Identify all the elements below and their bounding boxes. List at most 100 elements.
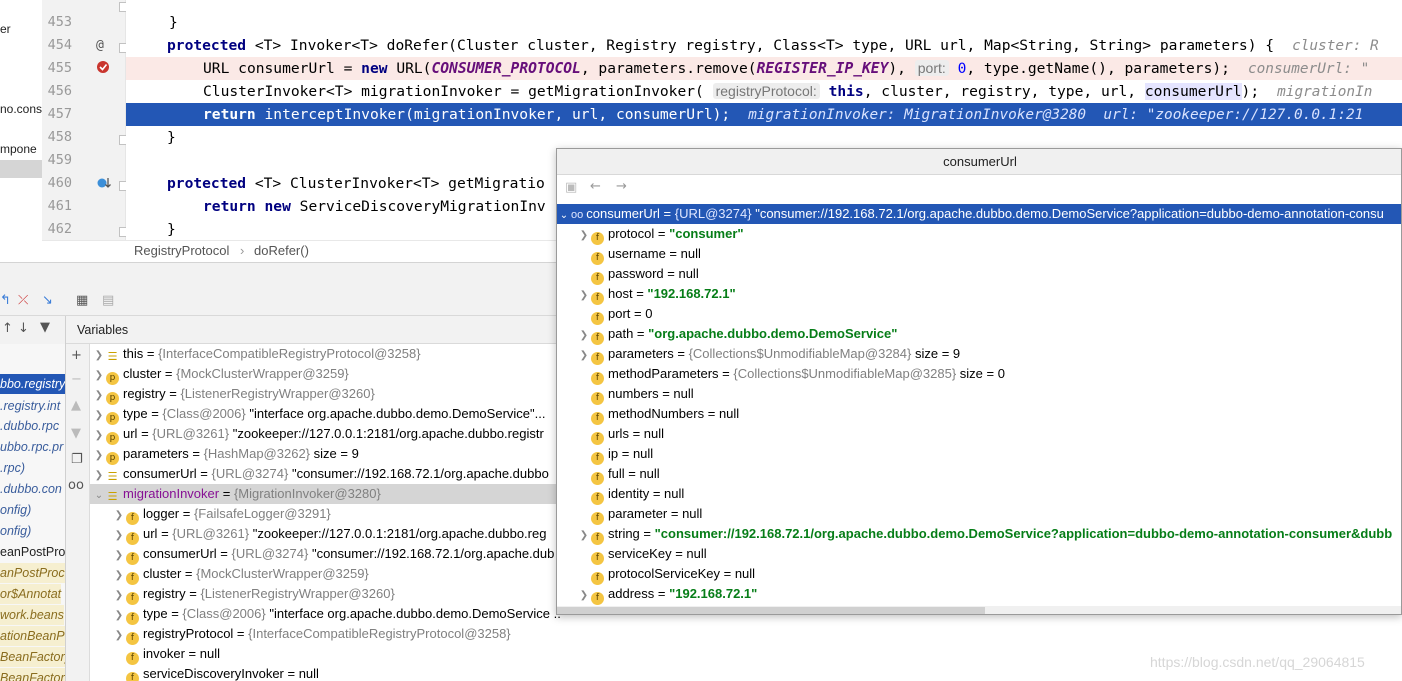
popup-field-row[interactable]: f full = null — [557, 464, 1401, 485]
expand-arrow-icon[interactable]: ❯ — [577, 526, 591, 546]
popup-field-row[interactable]: ❯ f address = "192.168.72.1" — [557, 584, 1401, 606]
evaluate-icon[interactable]: ▦ — [76, 293, 88, 308]
expand-arrow-icon[interactable]: ❯ — [577, 586, 591, 606]
frame-item[interactable]: eanPostPro — [0, 542, 65, 562]
filter-icon[interactable]: ▼ — [40, 320, 50, 335]
popup-field-row[interactable]: ❯ f protocol = "consumer" — [557, 224, 1401, 246]
run-to-cursor-icon[interactable]: ↘ — [42, 293, 53, 308]
variable-row[interactable]: ❯ ☰ this = {InterfaceCompatibleRegistryPro… — [90, 344, 560, 364]
code-line[interactable]: URL consumerUrl = new URL(CONSUMER_PROTO… — [203, 57, 1369, 80]
code-line[interactable]: protected <T> ClusterInvoker<T> getMigra… — [167, 172, 545, 195]
variable-row[interactable]: ❯ p url = {URL@3261} "zookeeper://127.0.0.… — [90, 424, 560, 446]
frames-list[interactable]: bbo.registry .registry.int .dubbo.rpc ub… — [0, 344, 66, 681]
expand-arrow-icon[interactable]: ❯ — [112, 526, 126, 546]
expand-arrow-icon[interactable]: ❯ — [577, 286, 591, 306]
new-watch-icon[interactable]: + — [71, 348, 82, 363]
popup-field-row[interactable]: f methodNumbers = null — [557, 404, 1401, 425]
project-tree-item[interactable]: mpone — [0, 142, 37, 156]
variable-row[interactable]: ❯ f cluster = {MockClusterWrapper@3259} — [90, 564, 560, 586]
code-line[interactable]: } — [167, 126, 176, 149]
popup-field-row[interactable]: ❯ f host = "192.168.72.1" — [557, 284, 1401, 306]
breadcrumb-class[interactable]: RegistryProtocol — [134, 241, 229, 261]
expand-arrow-icon[interactable]: ❯ — [92, 446, 106, 466]
expand-arrow-icon[interactable]: ❯ — [112, 586, 126, 606]
code-line[interactable]: return new ServiceDiscoveryMigrationInv — [203, 195, 546, 218]
popup-field-row[interactable]: ❯ f string = "consumer://192.168.72.1/org.… — [557, 524, 1401, 546]
variable-row[interactable]: f serviceDiscoveryInvoker = null — [90, 664, 560, 681]
frame-item[interactable]: BeanFactory — [0, 647, 65, 667]
implemented-method-icon[interactable] — [96, 176, 112, 194]
expand-arrow-icon[interactable]: ❯ — [92, 386, 106, 406]
expand-arrow-icon[interactable]: ❯ — [112, 606, 126, 626]
frame-item[interactable]: .rpc) — [0, 458, 25, 478]
popup-field-row[interactable]: f urls = null — [557, 424, 1401, 445]
frame-item[interactable]: .registry.int — [0, 396, 60, 416]
code-line[interactable]: protected <T> Invoker<T> doRefer(Cluster… — [167, 34, 1379, 57]
variable-row[interactable]: ❯ ☰ consumerUrl = {URL@3274} "consumer://1… — [90, 464, 560, 484]
forward-arrow-icon[interactable]: → — [616, 179, 627, 194]
frame-item[interactable]: onfig) — [0, 521, 31, 541]
step-out-icon[interactable]: ↰ — [0, 293, 11, 308]
popup-field-row[interactable]: f serviceKey = null — [557, 544, 1401, 565]
code-line[interactable]: } — [167, 218, 176, 240]
frame-item[interactable]: onfig) — [0, 500, 31, 520]
frame-item[interactable]: anPostProces — [0, 563, 65, 583]
variable-row[interactable]: ❯ f registryProtocol = {InterfaceCompatibl… — [90, 624, 560, 646]
frame-item[interactable]: bbo.registry — [0, 374, 65, 394]
expand-arrow-icon[interactable]: ❯ — [577, 326, 591, 346]
project-tree-selected-row[interactable] — [0, 160, 42, 178]
expand-arrow-icon[interactable]: ❯ — [112, 626, 126, 646]
popup-tree[interactable]: ⌄ oo consumerUrl = {URL@3274} "consumer://… — [557, 203, 1401, 606]
frame-item[interactable]: ationBeanP — [0, 626, 65, 646]
expand-arrow-icon[interactable]: ❯ — [92, 346, 106, 366]
expand-arrow-icon[interactable]: ❯ — [112, 566, 126, 586]
frame-item[interactable]: .dubbo.rpc — [0, 416, 59, 436]
variable-row[interactable]: ❯ p type = {Class@2006} "interface org.apa… — [90, 404, 560, 426]
expand-arrow-icon[interactable]: ❯ — [577, 226, 591, 246]
popup-field-row[interactable]: f identity = null — [557, 484, 1401, 505]
move-up-icon[interactable]: ▲ — [71, 398, 81, 413]
copy-icon[interactable]: ❐ — [71, 452, 83, 467]
show-watches-icon[interactable]: oo — [68, 478, 84, 493]
evaluate-popup[interactable]: consumerUrl ▣ ← → ⌄ oo consumerUrl = {URL@… — [556, 148, 1402, 615]
variable-row[interactable]: ❯ p cluster = {MockClusterWrapper@3259} — [90, 364, 560, 385]
frame-item[interactable]: work.beans — [0, 605, 64, 625]
popup-title[interactable]: consumerUrl — [557, 149, 1401, 175]
popup-horizontal-scrollbar[interactable] — [557, 606, 1401, 614]
popup-root-row[interactable]: ⌄ oo consumerUrl = {URL@3274} "consumer://… — [557, 204, 1401, 226]
collapse-arrow-icon[interactable]: ⌄ — [557, 206, 571, 226]
scrollbar-thumb[interactable] — [557, 607, 985, 614]
variable-row[interactable]: f invoker = null — [90, 644, 560, 665]
frame-down-icon[interactable]: ↓ — [18, 321, 29, 336]
code-line[interactable]: } — [169, 11, 178, 34]
popup-field-row[interactable]: f password = null — [557, 264, 1401, 285]
expand-arrow-icon[interactable]: ⌄ — [92, 486, 106, 506]
expand-arrow-icon[interactable]: ❯ — [92, 426, 106, 446]
current-execution-line[interactable]: return interceptInvoker(migrationInvoker… — [126, 103, 1402, 126]
frame-up-icon[interactable]: ↑ — [2, 321, 13, 336]
add-to-watches-icon[interactable]: ▣ — [565, 180, 577, 195]
breakpoint-icon[interactable] — [96, 60, 110, 78]
variable-row[interactable]: ❯ f registry = {ListenerRegistryWrapper@32… — [90, 584, 560, 606]
project-tree-strip[interactable]: er no.cons mpone — [0, 0, 42, 262]
popup-field-row[interactable]: f protocolServiceKey = null — [557, 564, 1401, 585]
code-line[interactable]: return interceptInvoker(migrationInvoker… — [203, 103, 1363, 126]
editor-gutter[interactable]: 453 454 455 456 457 458 459 460 461 462 … — [42, 0, 129, 240]
variable-row[interactable]: ❯ f url = {URL@3261} "zookeeper://127.0.0.… — [90, 524, 560, 546]
project-tree-item[interactable]: no.cons — [0, 102, 42, 116]
expand-arrow-icon[interactable]: ❯ — [92, 406, 106, 426]
popup-field-row[interactable]: f port = 0 — [557, 304, 1401, 325]
popup-field-row[interactable]: f ip = null — [557, 444, 1401, 465]
frame-item[interactable]: ubbo.rpc.pr — [0, 437, 63, 457]
variables-tree[interactable]: ❯ ☰ this = {InterfaceCompatibleRegistryPro… — [90, 344, 560, 681]
variable-row[interactable]: ❯ p parameters = {HashMap@3262} size = 9 — [90, 444, 560, 466]
frame-item[interactable]: .dubbo.con — [0, 479, 62, 499]
project-tree-item[interactable]: er — [0, 22, 11, 36]
expand-arrow-icon[interactable]: ❯ — [112, 506, 126, 526]
trace-icon[interactable]: ▤ — [102, 293, 114, 308]
code-line[interactable]: ClusterInvoker<T> migrationInvoker = get… — [203, 80, 1372, 103]
move-down-icon[interactable]: ▼ — [71, 426, 81, 441]
breadcrumb-method[interactable]: doRefer() — [254, 241, 309, 261]
variable-row[interactable]: ❯ p registry = {ListenerRegistryWrapper@32… — [90, 384, 560, 406]
back-arrow-icon[interactable]: ← — [590, 179, 601, 194]
